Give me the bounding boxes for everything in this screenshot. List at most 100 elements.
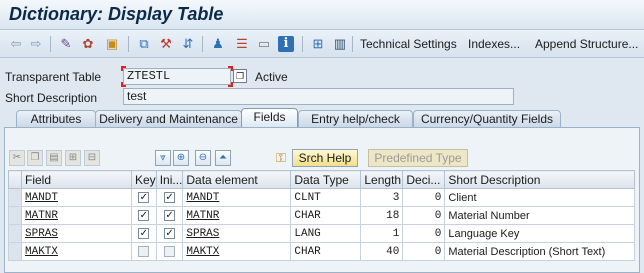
short-description-label: Short Description: [5, 91, 98, 105]
insert-row-icon[interactable]: ⊞: [65, 150, 81, 166]
length-cell[interactable]: 1: [360, 224, 404, 243]
key-checkbox-cell: [131, 242, 157, 261]
short-description-cell[interactable]: Material Description (Short Text): [444, 242, 636, 261]
dependencies-icon[interactable]: ♟: [210, 36, 226, 52]
copy-icon[interactable]: ❐: [233, 69, 247, 83]
other-object-icon[interactable]: ▣: [104, 36, 120, 52]
expand-icon[interactable]: ⊕: [173, 150, 189, 166]
back-arrow-icon[interactable]: ⇦: [8, 36, 24, 52]
active-inactive-icon[interactable]: ✿: [80, 36, 96, 52]
field-name-cell[interactable]: MATNR: [21, 206, 132, 225]
row-selector-header[interactable]: [8, 170, 22, 189]
table-header-row: Field Key Ini... Data element Data Type …: [8, 170, 636, 189]
column-header-field[interactable]: Field: [21, 170, 132, 189]
data-type-cell[interactable]: CHAR: [290, 206, 362, 225]
paste-icon[interactable]: ▤: [46, 150, 62, 166]
data-type-cell[interactable]: CLNT: [290, 188, 362, 207]
data-element-cell[interactable]: SPRAS: [182, 224, 292, 243]
indexes-button[interactable]: Indexes...: [468, 37, 520, 51]
key-checkbox[interactable]: ✓: [138, 228, 150, 240]
data-type-cell[interactable]: LANG: [290, 224, 362, 243]
row-selector[interactable]: [8, 224, 22, 243]
table-icon[interactable]: ▥: [332, 36, 348, 52]
data-type-cell[interactable]: CHAR: [290, 242, 362, 261]
data-element-cell[interactable]: MANDT: [182, 188, 292, 207]
tree-icon[interactable]: ☰: [234, 36, 250, 52]
cut-icon[interactable]: ✂: [9, 150, 25, 166]
magic-wand-icon[interactable]: ⚒: [158, 36, 174, 52]
search-help-button[interactable]: Srch Help: [292, 149, 358, 167]
application-toolbar: ⇦ ⇨ ✎ ✿ ▣ ⧉ ⚒ ⇵ ♟ ☰ ▭ i ⊞ ▥ Technical Se…: [0, 30, 644, 58]
key-checkbox[interactable]: ✓: [138, 210, 150, 222]
row-selector[interactable]: [8, 188, 22, 207]
focus-indicator: [121, 82, 126, 87]
table-row: SPRAS ✓ ✓ SPRAS LANG 1 0 Language Key: [8, 224, 636, 243]
column-header-decimals[interactable]: Deci...: [402, 170, 446, 189]
column-header-initial-values[interactable]: Ini...: [155, 170, 184, 189]
decimals-cell[interactable]: 0: [402, 206, 446, 225]
key-checkbox[interactable]: ✓: [138, 192, 150, 204]
delete-row-icon[interactable]: ⊟: [84, 150, 100, 166]
find-icon[interactable]: ⇵: [180, 36, 196, 52]
length-cell[interactable]: 18: [360, 206, 404, 225]
table-row: MANDT ✓ ✓ MANDT CLNT 3 0 Client: [8, 188, 636, 207]
copy-row-icon[interactable]: ❐: [27, 150, 43, 166]
tab-currency-quantity-fields[interactable]: Currency/Quantity Fields: [413, 110, 561, 128]
forward-arrow-icon[interactable]: ⇨: [28, 36, 44, 52]
predefined-type-button[interactable]: Predefined Type: [368, 149, 468, 167]
decimals-cell[interactable]: 0: [402, 188, 446, 207]
short-description-cell[interactable]: Client: [444, 188, 636, 207]
field-name-cell[interactable]: MAKTX: [21, 242, 132, 261]
initial-checkbox-cell: ✓: [155, 188, 184, 207]
decimals-cell[interactable]: 0: [402, 242, 446, 261]
row-selector[interactable]: [8, 242, 22, 261]
table-type-label: Transparent Table: [5, 70, 102, 84]
window-title: Dictionary: Display Table: [9, 4, 224, 24]
toolbar-separator: [50, 36, 51, 52]
tab-attributes[interactable]: Attributes: [16, 110, 96, 128]
initial-values-checkbox[interactable]: ✓: [164, 228, 176, 240]
data-element-cell[interactable]: MATNR: [182, 206, 292, 225]
move-up-icon[interactable]: ⏶: [215, 150, 231, 166]
filter-icon[interactable]: ⩔: [155, 150, 171, 166]
info-icon[interactable]: i: [278, 36, 294, 52]
short-description-field[interactable]: test: [123, 88, 514, 105]
field-name-cell[interactable]: SPRAS: [21, 224, 132, 243]
column-header-short-description[interactable]: Short Description: [444, 170, 636, 189]
tab-delivery-and-maintenance[interactable]: Delivery and Maintenance: [95, 110, 242, 128]
initial-values-checkbox[interactable]: ✓: [164, 192, 176, 204]
key-checkbox[interactable]: [138, 246, 150, 258]
hierarchy-icon[interactable]: ⧉: [136, 36, 152, 52]
graphic-icon[interactable]: ⊞: [310, 36, 326, 52]
column-header-length[interactable]: Length: [360, 170, 404, 189]
toolbar-separator: [302, 36, 303, 52]
initial-values-checkbox[interactable]: ✓: [164, 210, 176, 222]
focus-indicator: [121, 66, 126, 71]
row-selector[interactable]: [8, 206, 22, 225]
length-cell[interactable]: 40: [360, 242, 404, 261]
toolbar-separator: [352, 36, 353, 52]
collapse-icon[interactable]: ⊖: [195, 150, 211, 166]
column-header-key[interactable]: Key: [131, 170, 157, 189]
tab-entry-help-check[interactable]: Entry help/check: [298, 110, 413, 128]
short-description-cell[interactable]: Language Key: [444, 224, 636, 243]
frame-icon[interactable]: ▭: [256, 36, 272, 52]
length-cell[interactable]: 3: [360, 188, 404, 207]
decimals-cell[interactable]: 0: [402, 224, 446, 243]
technical-settings-button[interactable]: Technical Settings: [360, 37, 457, 51]
table-name-field[interactable]: ZTESTL: [123, 68, 231, 85]
column-header-data-element[interactable]: Data element: [182, 170, 292, 189]
glasses-icon[interactable]: ✎: [58, 36, 74, 52]
column-header-data-type[interactable]: Data Type: [290, 170, 362, 189]
key-checkbox-cell: ✓: [131, 188, 157, 207]
data-element-cell[interactable]: MAKTX: [182, 242, 292, 261]
table-row: MATNR ✓ ✓ MATNR CHAR 18 0 Material Numbe…: [8, 206, 636, 225]
key-checkbox-cell: ✓: [131, 224, 157, 243]
key-icon[interactable]: ⚿: [273, 150, 289, 166]
initial-values-checkbox[interactable]: [164, 246, 176, 258]
tab-strip: Attributes Delivery and Maintenance Fiel…: [0, 108, 644, 128]
tab-fields[interactable]: Fields: [241, 108, 298, 128]
field-name-cell[interactable]: MANDT: [21, 188, 132, 207]
append-structure-button[interactable]: Append Structure...: [535, 37, 638, 51]
short-description-cell[interactable]: Material Number: [444, 206, 636, 225]
